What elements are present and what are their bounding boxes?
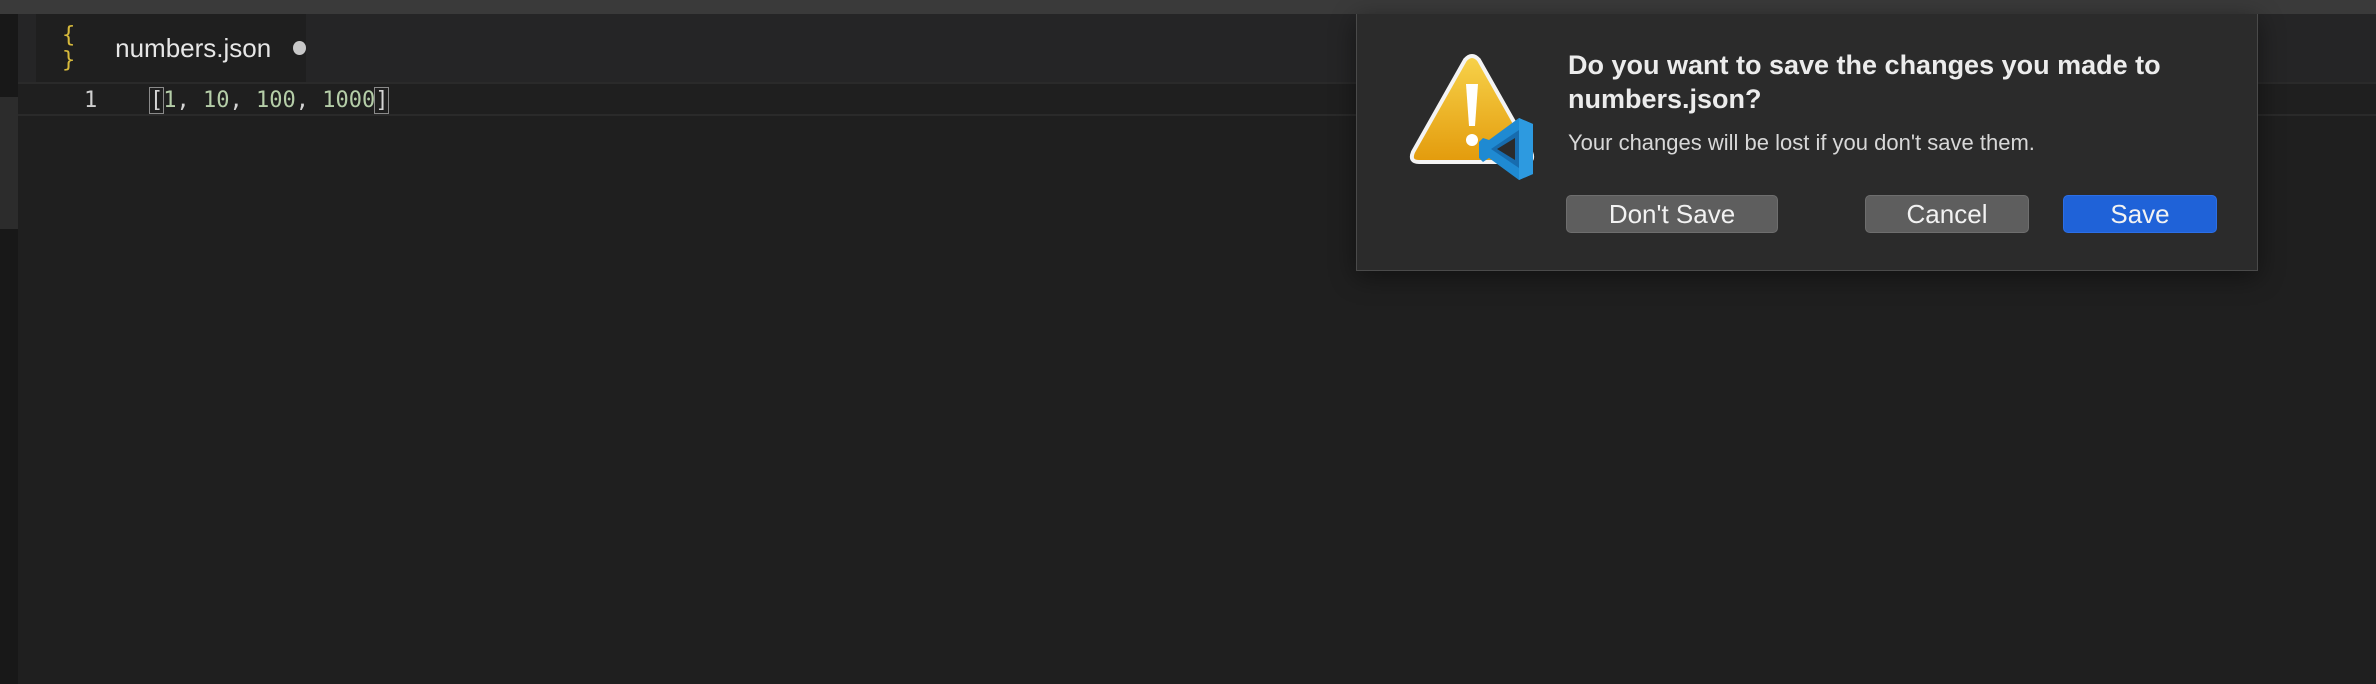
warning-icon (1409, 54, 1535, 180)
number-literal: 1 (163, 88, 177, 113)
window-titlebar (0, 0, 2376, 14)
tab-numbers-json[interactable]: { } numbers.json (36, 14, 306, 82)
open-bracket: [ (148, 87, 165, 114)
line-code[interactable]: [1, 10, 100, 1000] (148, 87, 390, 114)
json-file-icon: { } (62, 23, 77, 73)
separator: , (295, 88, 323, 113)
line-number: 1 (84, 88, 98, 113)
save-button[interactable]: Save (2063, 195, 2217, 233)
unsaved-dot-icon[interactable] (293, 41, 306, 55)
gutter-scroll-thumb[interactable] (0, 97, 18, 229)
number-literal: 10 (203, 88, 230, 113)
dont-save-button[interactable]: Don't Save (1566, 195, 1778, 233)
dialog-message: Your changes will be lost if you don't s… (1568, 130, 2035, 155)
save-changes-dialog: Do you want to save the changes you made… (1356, 14, 2258, 271)
number-literal: 1000 (322, 88, 376, 113)
separator: , (176, 88, 203, 113)
number-literal: 100 (256, 88, 296, 113)
dialog-title: Do you want to save the changes you made… (1568, 50, 2161, 114)
separator: , (229, 88, 256, 113)
cancel-button[interactable]: Cancel (1865, 195, 2029, 233)
tab-label: numbers.json (115, 32, 272, 63)
close-bracket: ] (374, 87, 390, 114)
left-gutter-strip (0, 14, 18, 684)
